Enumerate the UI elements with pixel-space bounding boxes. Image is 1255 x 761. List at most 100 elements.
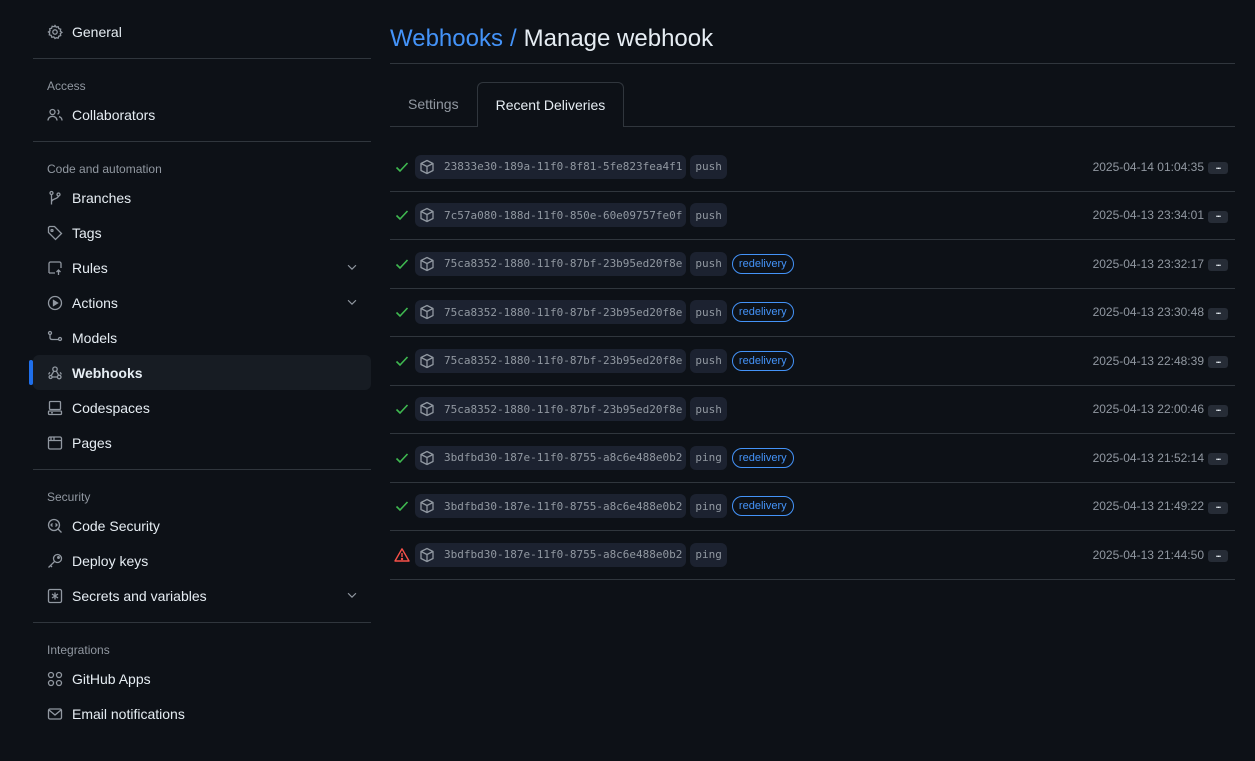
sidebar-item-label: GitHub Apps xyxy=(72,670,151,687)
more-options-button[interactable]: ... xyxy=(1208,210,1228,223)
sidebar-item-tags[interactable]: Tags xyxy=(33,215,371,250)
ellipsis-icon: ... xyxy=(1215,306,1221,316)
redelivery-badge: redelivery xyxy=(731,302,794,323)
event-badge: push xyxy=(690,397,727,422)
package-icon xyxy=(419,304,435,320)
delivery-guid[interactable]: 3bdfbd30-187e-11f0-8755-a8c6e488e0b2 xyxy=(415,542,687,567)
delivery-timestamp: 2025-04-13 21:44:50 xyxy=(1092,547,1204,562)
apps-icon xyxy=(47,671,63,687)
key-icon xyxy=(47,553,63,569)
more-options-button[interactable]: ... xyxy=(1208,160,1228,174)
rules-icon xyxy=(47,260,63,276)
delivery-guid-text: 75ca8352-1880-11f0-87bf-23b95ed20f8e xyxy=(444,257,683,271)
tab-settings[interactable]: Settings xyxy=(390,82,477,126)
more-options-button[interactable]: ... xyxy=(1208,258,1228,271)
codespaces-icon xyxy=(47,400,63,416)
sidebar-item-pages[interactable]: Pages xyxy=(33,425,371,460)
sidebar-section-heading: Access xyxy=(47,79,86,93)
sidebar-item-label: Tags xyxy=(72,224,102,241)
sidebar-item-actions[interactable]: Actions xyxy=(33,285,371,320)
ellipsis-icon: ... xyxy=(1215,160,1221,171)
chevron-down-icon[interactable] xyxy=(345,295,359,309)
more-options-button[interactable]: ... xyxy=(1208,404,1228,417)
check-icon xyxy=(391,401,413,417)
delivery-row[interactable]: 3bdfbd30-187e-11f0-8755-a8c6e488e0b2 ping… xyxy=(390,531,1235,580)
delivery-row[interactable]: 7c57a080-188d-11f0-850e-60e09757fe0f push… xyxy=(390,192,1235,240)
sidebar-item-collaborators[interactable]: Collaborators xyxy=(33,97,371,132)
sidebar-divider xyxy=(33,58,371,59)
asterisk-icon xyxy=(47,588,63,604)
sidebar-item-branches[interactable]: Branches xyxy=(33,180,371,215)
delivery-timestamp: 2025-04-13 23:34:01 xyxy=(1092,208,1204,223)
redelivery-badge: redelivery xyxy=(731,447,794,468)
delivery-guid[interactable]: 75ca8352-1880-11f0-87bf-23b95ed20f8e xyxy=(415,300,687,325)
more-options-button[interactable]: ... xyxy=(1208,548,1228,562)
delivery-row[interactable]: 75ca8352-1880-11f0-87bf-23b95ed20f8e push… xyxy=(390,386,1235,434)
chevron-down-icon[interactable] xyxy=(345,260,359,274)
redelivery-badge: redelivery xyxy=(731,496,794,517)
sidebar-item-email-notifications[interactable]: Email notifications xyxy=(33,696,371,731)
sidebar-item-code-security[interactable]: Code Security xyxy=(33,508,371,543)
browser-icon xyxy=(47,435,63,451)
delivery-row[interactable]: 23833e30-189a-11f0-8f81-5fe823fea4f1 push… xyxy=(390,143,1235,192)
more-options-button[interactable]: ... xyxy=(1208,500,1228,514)
sidebar-item-secrets-and-variables[interactable]: Secrets and variables xyxy=(33,578,371,613)
sidebar-section-heading: Integrations xyxy=(47,643,110,657)
delivery-guid[interactable]: 7c57a080-188d-11f0-850e-60e09757fe0f xyxy=(415,203,687,228)
settings-sidebar: General Access Collaborators Code and autom… xyxy=(29,14,371,731)
chevron-down-icon[interactable] xyxy=(345,588,359,602)
play-icon xyxy=(47,295,63,311)
event-badge: push xyxy=(690,348,727,373)
sidebar-item-general[interactable]: General xyxy=(33,14,371,49)
sidebar-item-models[interactable]: Models xyxy=(33,320,371,355)
delivery-timestamp: 2025-04-13 21:49:22 xyxy=(1092,499,1204,514)
delivery-guid[interactable]: 75ca8352-1880-11f0-87bf-23b95ed20f8e xyxy=(415,251,687,276)
tab-recent-deliveries[interactable]: Recent Deliveries xyxy=(476,82,625,127)
delivery-timestamp: 2025-04-13 21:52:14 xyxy=(1092,450,1204,465)
redelivery-badge: redelivery xyxy=(731,253,794,274)
more-options-button[interactable]: ... xyxy=(1208,306,1228,320)
sidebar-item-label: Secrets and variables xyxy=(72,587,207,604)
sidebar-item-label: Collaborators xyxy=(72,106,156,123)
delivery-guid[interactable]: 75ca8352-1880-11f0-87bf-23b95ed20f8e xyxy=(415,348,687,373)
delivery-row[interactable]: 75ca8352-1880-11f0-87bf-23b95ed20f8e push… xyxy=(390,289,1235,337)
sidebar-item-rules[interactable]: Rules xyxy=(33,250,371,285)
event-badge: push xyxy=(690,203,727,228)
sidebar-item-deploy-keys[interactable]: Deploy keys xyxy=(33,543,371,578)
codescan-icon xyxy=(47,518,63,534)
delivery-row[interactable]: 75ca8352-1880-11f0-87bf-23b95ed20f8e push… xyxy=(390,337,1235,386)
ellipsis-icon: ... xyxy=(1215,548,1221,559)
delivery-guid-text: 3bdfbd30-187e-11f0-8755-a8c6e488e0b2 xyxy=(444,548,683,562)
delivery-guid-text: 3bdfbd30-187e-11f0-8755-a8c6e488e0b2 xyxy=(444,451,683,465)
package-icon xyxy=(419,353,435,369)
sidebar-item-github-apps[interactable]: GitHub Apps xyxy=(33,661,371,696)
delivery-guid[interactable]: 3bdfbd30-187e-11f0-8755-a8c6e488e0b2 xyxy=(415,494,687,519)
check-icon xyxy=(391,450,413,466)
people-icon xyxy=(47,107,63,123)
sidebar-item-label: General xyxy=(72,23,122,40)
event-badge: ping xyxy=(690,494,727,519)
sidebar-item-codespaces[interactable]: Codespaces xyxy=(33,390,371,425)
branch-icon xyxy=(47,190,63,206)
delivery-row[interactable]: 3bdfbd30-187e-11f0-8755-a8c6e488e0b2 ping… xyxy=(390,434,1235,483)
breadcrumb-webhooks[interactable]: Webhooks xyxy=(390,25,503,53)
delivery-guid[interactable]: 75ca8352-1880-11f0-87bf-23b95ed20f8e xyxy=(415,397,687,422)
check-icon xyxy=(391,256,413,272)
delivery-guid[interactable]: 23833e30-189a-11f0-8f81-5fe823fea4f1 xyxy=(415,154,687,179)
more-options-button[interactable]: ... xyxy=(1208,452,1228,465)
sidebar-item-label: Code Security xyxy=(72,517,160,534)
deliveries-list: 23833e30-189a-11f0-8f81-5fe823fea4f1 push… xyxy=(390,143,1235,580)
delivery-guid-text: 75ca8352-1880-11f0-87bf-23b95ed20f8e xyxy=(444,402,683,416)
sidebar-item-webhooks[interactable]: Webhooks xyxy=(29,355,371,390)
more-options-button[interactable]: ... xyxy=(1208,355,1228,368)
models-icon xyxy=(47,330,63,346)
delivery-timestamp: 2025-04-13 22:48:39 xyxy=(1092,353,1204,368)
ellipsis-icon: ... xyxy=(1215,500,1221,510)
delivery-guid[interactable]: 3bdfbd30-187e-11f0-8755-a8c6e488e0b2 xyxy=(415,445,687,470)
sidebar-section-heading: Security xyxy=(47,490,91,504)
redelivery-badge: redelivery xyxy=(731,350,794,371)
package-icon xyxy=(419,498,435,514)
sidebar-item-label: Pages xyxy=(72,434,112,451)
delivery-row[interactable]: 75ca8352-1880-11f0-87bf-23b95ed20f8e push… xyxy=(390,240,1235,289)
delivery-row[interactable]: 3bdfbd30-187e-11f0-8755-a8c6e488e0b2 ping… xyxy=(390,483,1235,531)
